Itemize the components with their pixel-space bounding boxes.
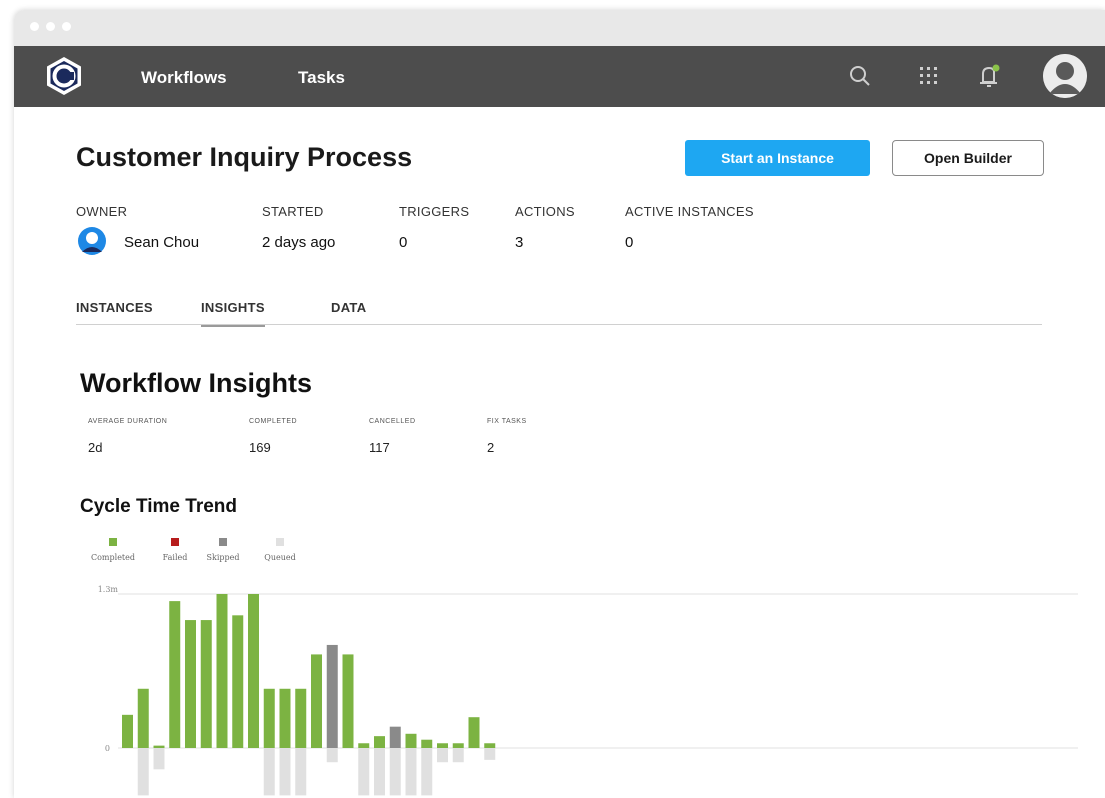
bar-completed[interactable] [248, 594, 259, 748]
average-duration-label: AVERAGE DURATION [88, 418, 168, 425]
legend-label-queued: Queued [264, 553, 295, 562]
legend-swatch-failed [171, 538, 179, 546]
legend-label-failed: Failed [163, 553, 188, 562]
started-value: 2 days ago [262, 234, 336, 251]
bar-completed[interactable] [421, 739, 433, 748]
completed-label: COMPLETED [249, 418, 298, 425]
apps-grid-icon[interactable] [915, 62, 943, 90]
completed-value: 169 [249, 440, 271, 455]
user-avatar-icon[interactable] [1043, 54, 1087, 98]
tab-insights[interactable]: INSIGHTS [201, 300, 265, 327]
bar-completed[interactable] [452, 743, 464, 748]
notification-dot-icon [992, 64, 1000, 72]
bar-queued[interactable] [389, 748, 401, 796]
window-chrome [14, 10, 1105, 46]
cancelled-label: CANCELLED [369, 418, 416, 425]
bar-completed[interactable] [484, 743, 496, 748]
nav-workflows-link[interactable]: Workflows [141, 68, 227, 88]
y-tick-label: 0 [105, 744, 110, 753]
fix-tasks-value: 2 [487, 440, 495, 455]
bar-queued[interactable] [452, 748, 464, 763]
bar-queued[interactable] [405, 748, 417, 796]
bar-completed[interactable] [374, 736, 385, 748]
started-label: STARTED [262, 204, 324, 219]
bar-queued[interactable] [153, 748, 165, 770]
bar-queued[interactable] [279, 748, 291, 796]
legend-swatch-queued [276, 538, 284, 546]
tabs-divider [76, 324, 1042, 325]
triggers-value: 0 [399, 234, 408, 251]
bar-completed[interactable] [405, 733, 417, 748]
bar-skipped[interactable] [326, 644, 338, 748]
legend-swatch-skipped [219, 538, 227, 546]
tab-instances[interactable]: INSTANCES [76, 300, 153, 325]
bar-completed[interactable] [279, 688, 291, 748]
bar-queued[interactable] [374, 748, 385, 796]
bar-queued[interactable] [421, 748, 433, 796]
notification-bell-icon[interactable] [975, 62, 1003, 90]
start-instance-button[interactable]: Start an Instance [685, 140, 870, 176]
bar-completed[interactable] [263, 688, 275, 748]
bar-queued[interactable] [263, 748, 275, 796]
bar-completed[interactable] [232, 615, 244, 748]
window-dot [46, 22, 55, 31]
cancelled-value: 117 [369, 440, 390, 455]
bar-queued[interactable] [437, 748, 448, 763]
bar-completed[interactable] [295, 688, 307, 748]
bar-completed[interactable] [185, 620, 196, 748]
bar-completed[interactable] [169, 601, 181, 748]
average-duration-value: 2d [88, 440, 103, 455]
bar-completed[interactable] [342, 654, 354, 748]
bar-completed[interactable] [122, 714, 133, 748]
app-window: Workflows Tasks Customer Inquiry Process… [14, 10, 1105, 798]
app-logo-icon[interactable] [44, 56, 84, 96]
window-dot [62, 22, 71, 31]
bar-completed[interactable] [311, 654, 322, 748]
actions-value: 3 [515, 234, 524, 251]
actions-label: ACTIONS [515, 204, 575, 219]
search-icon[interactable] [846, 62, 874, 90]
bar-completed[interactable] [137, 688, 149, 748]
bar-queued[interactable] [484, 748, 496, 760]
chart-title: Cycle Time Trend [80, 496, 237, 517]
page-title: Customer Inquiry Process [76, 142, 413, 172]
active-instances-value: 0 [625, 234, 634, 251]
y-tick-label: 1.3m [98, 585, 119, 594]
insights-title: Workflow Insights [80, 368, 313, 398]
triggers-label: TRIGGERS [399, 204, 470, 219]
bar-skipped[interactable] [389, 726, 401, 748]
bar-queued[interactable] [326, 748, 338, 763]
active-instances-label: ACTIVE INSTANCES [625, 204, 754, 219]
bar-completed[interactable] [200, 620, 212, 748]
window-dot [30, 22, 39, 31]
cycle-time-chart: Completed Failed Skipped Queued 1.3m 0 [91, 538, 1078, 796]
open-builder-button[interactable]: Open Builder [892, 140, 1044, 176]
tab-data[interactable]: DATA [331, 300, 366, 325]
bar-completed[interactable] [216, 594, 228, 748]
top-navbar: Workflows Tasks [14, 46, 1105, 107]
legend-label-completed: Completed [91, 553, 135, 562]
owner-label: OWNER [76, 204, 128, 219]
owner-avatar-icon [78, 227, 106, 255]
bar-completed[interactable] [468, 717, 480, 748]
bar-queued[interactable] [358, 748, 370, 796]
bar-completed[interactable] [358, 743, 370, 748]
bar-completed[interactable] [153, 745, 165, 748]
legend-label-skipped: Skipped [207, 553, 240, 562]
fix-tasks-label: FIX TASKS [487, 418, 527, 425]
bar-queued[interactable] [137, 748, 149, 796]
owner-name[interactable]: Sean Chou [124, 234, 199, 251]
bar-queued[interactable] [295, 748, 307, 796]
bar-completed[interactable] [437, 743, 448, 748]
legend-swatch-completed [109, 538, 117, 546]
nav-tasks-link[interactable]: Tasks [298, 68, 345, 88]
